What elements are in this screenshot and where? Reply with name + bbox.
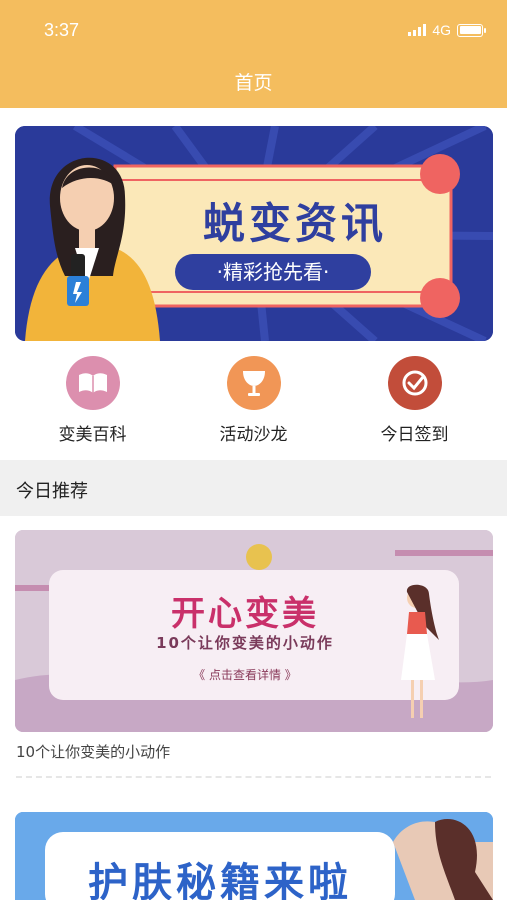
page-title: 首页 (234, 72, 273, 94)
status-indicators: 4G (408, 22, 486, 38)
card-headline: 护肤秘籍来啦 (88, 860, 352, 900)
recommend-card[interactable]: 开心变美 10个让你变美的小动作 《 点击查看详情 》 (15, 530, 493, 732)
divider (16, 776, 491, 778)
shortcut-label: 今日签到 (380, 425, 449, 445)
shortcut-label: 变美百科 (58, 425, 127, 445)
status-time: 3:37 (44, 20, 80, 40)
recommend-card[interactable]: 护肤秘籍来啦 (15, 812, 493, 900)
card-subline: 10个让你变美的小动作 (156, 634, 334, 652)
app-header: 3:37 4G 首页 (0, 0, 507, 108)
battery-icon (457, 23, 486, 37)
check-icon (387, 356, 442, 410)
section-header: 今日推荐 (0, 460, 507, 516)
shortcut-activity-salon[interactable]: 活动沙龙 (196, 356, 311, 456)
top-banner[interactable]: 蜕变资讯 ·精彩抢先看· (15, 126, 493, 341)
shortcut-label: 活动沙龙 (219, 425, 288, 445)
signal-icon (408, 24, 427, 36)
cup-icon (226, 356, 281, 410)
book-icon (65, 356, 120, 410)
shortcut-beauty-wiki[interactable]: 变美百科 (35, 356, 150, 456)
view-details-link[interactable]: 《 点击查看详情 》 (175, 666, 315, 683)
shortcut-daily-checkin[interactable]: 今日签到 (357, 356, 472, 456)
banner-subline: ·精彩抢先看· (175, 254, 371, 290)
card-caption[interactable]: 10个让你变美的小动作 (16, 741, 170, 762)
card-headline: 开心变美 (171, 594, 319, 634)
network-type: 4G (432, 22, 451, 38)
banner-headline: 蜕变资讯 (202, 199, 387, 248)
section-title: 今日推荐 (16, 481, 88, 502)
shortcut-row: 变美百科 活动沙龙 今日签到 (0, 356, 507, 456)
